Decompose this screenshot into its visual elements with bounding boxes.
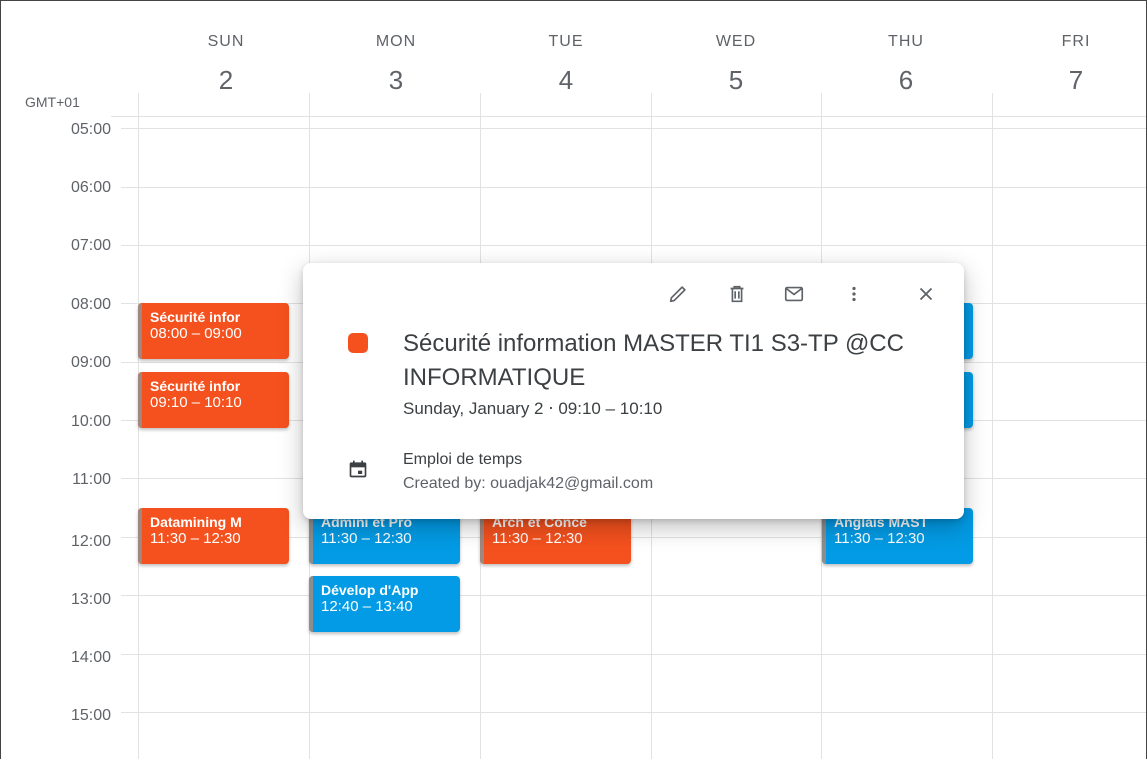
event-details-popup: Sécurité information MASTER TI1 S3-TP @C…: [303, 263, 964, 519]
event-date-time: Sunday, January 2 ⋅ 09:10 – 10:10: [403, 399, 663, 418]
event-color-swatch: [348, 333, 368, 353]
calendar-icon: [348, 459, 368, 484]
day-of-week: TUE: [548, 33, 584, 50]
edit-button[interactable]: [661, 277, 695, 311]
event-datamining[interactable]: Datamining M 11:30 – 12:30: [138, 508, 289, 564]
hour-gridline: [121, 128, 1146, 129]
day-of-week: THU: [888, 33, 924, 50]
event-color-bar: [309, 576, 313, 632]
close-button[interactable]: [909, 277, 943, 311]
event-time: 08:00 – 09:00: [150, 325, 242, 342]
day-number[interactable]: 2: [141, 65, 311, 96]
event-title: Dévelop d'App: [321, 582, 419, 598]
day-number[interactable]: 5: [651, 65, 821, 96]
hour-label: 12:00: [70, 533, 111, 550]
close-icon: [919, 287, 933, 301]
hour-gridline: [121, 187, 1146, 188]
event-time: 11:30 – 12:30: [834, 530, 925, 547]
event-color-bar: [138, 372, 142, 428]
hour-gridline: [121, 654, 1146, 655]
hour-gridline: [121, 245, 1146, 246]
hour-label: 13:00: [70, 591, 111, 608]
delete-button[interactable]: [720, 277, 754, 311]
event-time: 12:40 – 13:40: [321, 598, 413, 615]
day-of-week: SUN: [207, 33, 245, 50]
day-number[interactable]: 6: [821, 65, 991, 96]
event-color-bar: [138, 303, 142, 359]
event-time: 11:30 – 12:30: [492, 530, 583, 547]
event-creator: Created by: ouadjak42@gmail.com: [403, 475, 654, 492]
day-number[interactable]: 7: [991, 65, 1146, 96]
event-time: 11:30 – 12:30: [321, 530, 412, 547]
more-options-icon: [852, 286, 856, 302]
event-title: Sécurité infor: [150, 378, 241, 394]
event-securite-1[interactable]: Sécurité infor 08:00 – 09:00: [138, 303, 289, 359]
day-number[interactable]: 4: [481, 65, 651, 96]
hour-gridline: [121, 712, 1146, 713]
hour-label: 09:00: [70, 354, 111, 371]
event-title: Sécurité infor: [150, 309, 241, 325]
day-of-week: FRI: [1061, 33, 1091, 50]
header-divider: [111, 116, 1146, 117]
email-icon: [784, 286, 804, 302]
email-guests-button[interactable]: [777, 277, 811, 311]
hour-gridline: [121, 595, 1146, 596]
event-title: Datamining M: [150, 514, 242, 530]
event-develop[interactable]: Dévelop d'App 12:40 – 13:40: [309, 576, 460, 632]
day-of-week: WED: [715, 33, 757, 50]
calendar-week-view: SUN 2 MON 3 TUE 4 WED 5 THU 6 FRI 7 GMT+…: [0, 0, 1147, 759]
grid-column-line: [992, 93, 993, 759]
hour-label: 11:00: [72, 471, 111, 488]
event-time: 09:10 – 10:10: [150, 394, 242, 411]
hour-label: 05:00: [70, 121, 111, 138]
event-title: Sécurité information MASTER TI1 S3-TP @C…: [403, 330, 904, 391]
edit-icon: [669, 286, 686, 303]
event-securite-2[interactable]: Sécurité infor 09:10 – 10:10: [138, 372, 289, 428]
delete-icon: [730, 285, 744, 303]
day-number[interactable]: 3: [311, 65, 481, 96]
hour-label: 08:00: [70, 296, 111, 313]
hour-label: 07:00: [70, 237, 111, 254]
calendar-name: Emploi de temps: [403, 451, 523, 468]
event-time: 11:30 – 12:30: [150, 530, 241, 547]
more-options-button[interactable]: [837, 277, 871, 311]
hour-label: 06:00: [70, 179, 111, 196]
event-color-bar: [138, 508, 142, 564]
day-of-week: MON: [375, 33, 417, 50]
hour-label: 15:00: [70, 707, 111, 724]
hour-label: 14:00: [70, 649, 111, 666]
hour-label: 10:00: [70, 413, 111, 430]
timezone-label: GMT+01: [25, 94, 80, 110]
